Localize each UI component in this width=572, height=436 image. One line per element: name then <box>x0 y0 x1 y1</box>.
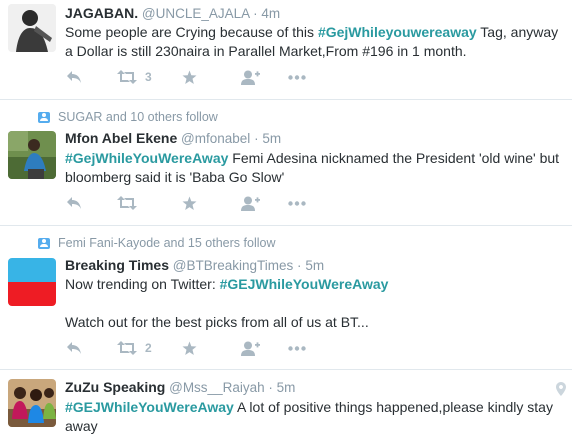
tweet-header: Mfon Abel Ekene @mfonabel · 5m <box>65 130 281 146</box>
favorite-icon <box>182 341 197 355</box>
follow-button[interactable] <box>240 70 288 85</box>
tweet-text: #GEJWhileYouWereAway A lot of positive t… <box>65 398 565 436</box>
more-icon <box>288 74 306 80</box>
separator-dot: · <box>253 6 258 21</box>
favorite-icon <box>182 196 197 210</box>
retweet-button[interactable]: 3 <box>117 70 182 84</box>
follow-button[interactable] <box>240 196 288 211</box>
reply-icon <box>67 197 81 209</box>
social-context: SUGAR and 10 others follow <box>38 110 218 124</box>
tweet-header: JAGABAN. @UNCLE_AJALA · 4m <box>65 5 280 21</box>
favorite-button[interactable] <box>182 70 240 85</box>
author-handle[interactable]: @Mss__Raiyah <box>169 380 265 395</box>
social-context-icon <box>38 237 50 249</box>
author-name[interactable]: ZuZu Speaking <box>65 379 165 395</box>
separator-dot: · <box>268 380 273 395</box>
follow-icon <box>241 196 260 211</box>
retweet-count: 2 <box>145 341 152 355</box>
avatar[interactable] <box>8 258 56 306</box>
text-segment: Some people are Crying because of this <box>65 24 318 40</box>
tweet-jagaban[interactable]: JAGABAN. @UNCLE_AJALA · 4m Some people a… <box>0 0 572 100</box>
timestamp[interactable]: 5m <box>262 131 281 146</box>
social-context-text[interactable]: Femi Fani-Kayode and 15 others follow <box>58 236 275 250</box>
text-segment: Now trending on Twitter: <box>65 276 220 292</box>
hashtag-link[interactable]: #GejWhileyouwereaway <box>318 24 477 40</box>
author-handle[interactable]: @mfonabel <box>181 131 250 146</box>
author-name[interactable]: Mfon Abel Ekene <box>65 130 177 146</box>
reply-button[interactable] <box>66 341 117 355</box>
hashtag-link[interactable]: #GejWhileYouWereAway <box>65 150 228 166</box>
author-name[interactable]: Breaking Times <box>65 257 169 273</box>
retweet-button[interactable]: 2 <box>117 341 182 355</box>
author-name[interactable]: JAGABAN. <box>65 5 138 21</box>
tweet-text: Now trending on Twitter: #GEJWhileYouWer… <box>65 275 565 332</box>
reply-icon <box>67 71 81 83</box>
reply-button[interactable] <box>66 196 117 210</box>
timestamp[interactable]: 5m <box>305 258 324 273</box>
avatar[interactable] <box>8 131 56 179</box>
separator-dot: · <box>254 131 259 146</box>
author-handle[interactable]: @BTBreakingTimes <box>173 258 294 273</box>
more-icon <box>288 345 306 351</box>
timestamp[interactable]: 4m <box>261 6 280 21</box>
avatar[interactable] <box>8 379 56 427</box>
retweet-icon <box>117 341 137 355</box>
location-pin-icon[interactable] <box>556 382 566 396</box>
favorite-icon <box>182 70 197 84</box>
timestamp[interactable]: 5m <box>277 380 296 395</box>
social-context: Femi Fani-Kayode and 15 others follow <box>38 236 275 250</box>
tweet-breaking-times[interactable]: Femi Fani-Kayode and 15 others follow Br… <box>0 226 572 370</box>
favorite-button[interactable] <box>182 341 240 356</box>
more-icon <box>288 200 306 206</box>
tweet-actions <box>66 193 306 213</box>
tweet-actions: 3 <box>66 67 306 87</box>
social-context-icon <box>38 111 50 123</box>
more-button[interactable] <box>288 200 306 206</box>
follow-icon <box>241 70 260 85</box>
tweet-header: Breaking Times @BTBreakingTimes · 5m <box>65 257 324 273</box>
follow-button[interactable] <box>240 341 288 356</box>
hashtag-link[interactable]: #GEJWhileYouWereAway <box>65 399 234 415</box>
more-button[interactable] <box>288 74 306 80</box>
tweet-zuzu-speaking[interactable]: ZuZu Speaking @Mss__Raiyah · 5m #GEJWhil… <box>0 370 572 435</box>
avatar[interactable] <box>8 4 56 52</box>
tweet-actions: 2 <box>66 338 306 358</box>
reply-button[interactable] <box>66 70 117 84</box>
tweet-text: #GejWhileYouWereAway Femi Adesina nickna… <box>65 149 565 187</box>
retweet-count: 3 <box>145 70 152 84</box>
retweet-icon <box>117 196 137 210</box>
social-context-text[interactable]: SUGAR and 10 others follow <box>58 110 218 124</box>
tweet-header: ZuZu Speaking @Mss__Raiyah · 5m <box>65 379 295 395</box>
hashtag-link[interactable]: #GEJWhileYouWereAway <box>220 276 389 292</box>
author-handle[interactable]: @UNCLE_AJALA <box>142 6 250 21</box>
retweet-icon <box>117 70 137 84</box>
more-button[interactable] <box>288 345 306 351</box>
text-line: Watch out for the best picks from all of… <box>65 314 369 330</box>
favorite-button[interactable] <box>182 196 240 211</box>
tweet-mfon-abel-ekene[interactable]: SUGAR and 10 others follow Mfon Abel Eke… <box>0 100 572 226</box>
retweet-button[interactable] <box>117 196 182 210</box>
tweet-text: Some people are Crying because of this #… <box>65 23 565 61</box>
reply-icon <box>67 342 81 354</box>
follow-icon <box>241 341 260 356</box>
separator-dot: · <box>297 258 302 273</box>
